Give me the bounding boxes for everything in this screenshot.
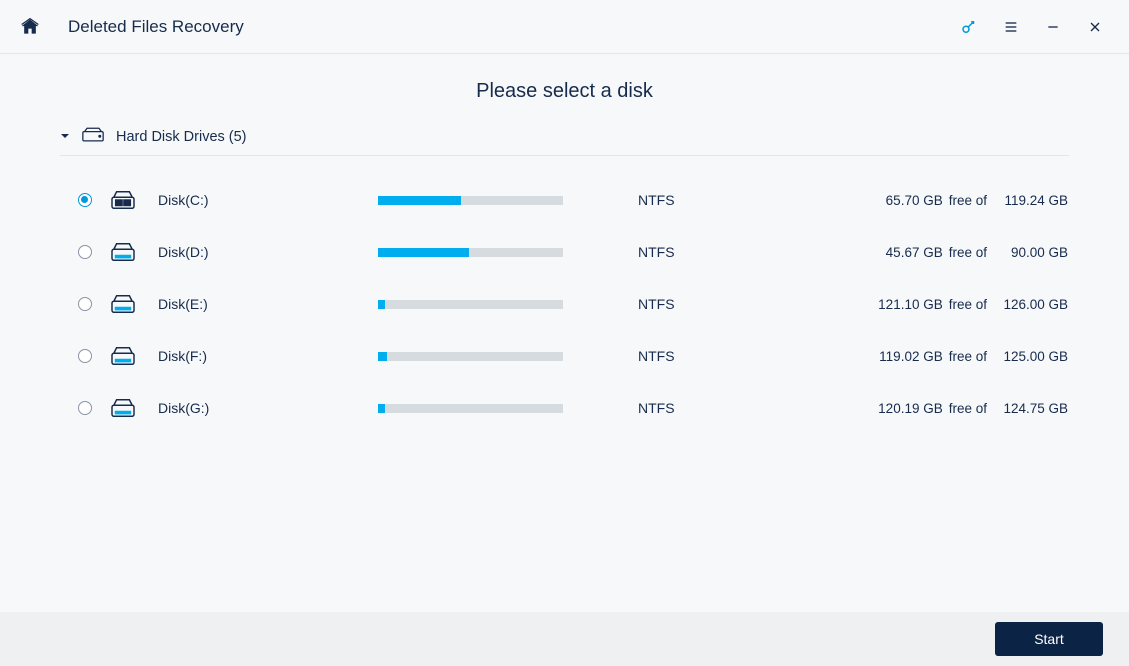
disk-icon <box>110 241 158 263</box>
disk-name: Disk(F:) <box>158 348 378 364</box>
disk-name: Disk(D:) <box>158 244 378 260</box>
disk-total: 125.00 GB <box>993 349 1068 364</box>
disk-free: 65.70 GB <box>865 193 943 208</box>
radio-icon[interactable] <box>78 297 92 311</box>
disk-filesystem: NTFS <box>598 296 768 312</box>
main-content: Please select a disk Hard Disk Drives (5… <box>0 54 1129 434</box>
page-heading: Please select a disk <box>60 54 1069 121</box>
disk-icon <box>110 345 158 367</box>
section-hdd-label: Hard Disk Drives (5) <box>116 129 247 145</box>
disk-size: 65.70 GBfree of119.24 GB <box>768 193 1068 208</box>
free-of-label: free of <box>943 349 993 364</box>
radio-icon[interactable] <box>78 245 92 259</box>
start-button[interactable]: Start <box>995 622 1103 656</box>
radio-icon[interactable] <box>78 349 92 363</box>
hdd-icon <box>82 127 104 147</box>
disk-free: 120.19 GB <box>865 401 943 416</box>
disk-total: 126.00 GB <box>993 297 1068 312</box>
disk-free: 45.67 GB <box>865 245 943 260</box>
menu-button[interactable] <box>997 13 1025 41</box>
home-icon[interactable] <box>20 17 40 37</box>
disk-total: 124.75 GB <box>993 401 1068 416</box>
disk-name: Disk(E:) <box>158 296 378 312</box>
usage-bar <box>378 404 598 413</box>
disk-icon <box>110 397 158 419</box>
disk-row[interactable]: Disk(C:)NTFS65.70 GBfree of119.24 GB <box>60 174 1069 226</box>
free-of-label: free of <box>943 297 993 312</box>
disk-total: 90.00 GB <box>993 245 1068 260</box>
disk-radio-cell[interactable] <box>60 401 110 415</box>
disk-size: 119.02 GBfree of125.00 GB <box>768 349 1068 364</box>
disk-radio-cell[interactable] <box>60 245 110 259</box>
disk-total: 119.24 GB <box>993 193 1068 208</box>
disk-row[interactable]: Disk(E:)NTFS121.10 GBfree of126.00 GB <box>60 278 1069 330</box>
radio-icon[interactable] <box>78 401 92 415</box>
disk-name: Disk(C:) <box>158 192 378 208</box>
disk-filesystem: NTFS <box>598 400 768 416</box>
usage-bar <box>378 300 598 309</box>
disk-radio-cell[interactable] <box>60 193 110 207</box>
disk-icon <box>110 189 158 211</box>
disk-size: 120.19 GBfree of124.75 GB <box>768 401 1068 416</box>
usage-bar <box>378 248 598 257</box>
usage-bar <box>378 196 598 205</box>
disk-radio-cell[interactable] <box>60 297 110 311</box>
caret-down-icon <box>60 129 70 145</box>
disk-filesystem: NTFS <box>598 348 768 364</box>
minimize-button[interactable] <box>1039 13 1067 41</box>
disk-name: Disk(G:) <box>158 400 378 416</box>
usage-bar <box>378 352 598 361</box>
disk-list: Disk(C:)NTFS65.70 GBfree of119.24 GBDisk… <box>60 156 1069 434</box>
page-title-text: Deleted Files Recovery <box>68 17 244 37</box>
disk-row[interactable]: Disk(F:)NTFS119.02 GBfree of125.00 GB <box>60 330 1069 382</box>
disk-row[interactable]: Disk(G:)NTFS120.19 GBfree of124.75 GB <box>60 382 1069 434</box>
disk-size: 45.67 GBfree of90.00 GB <box>768 245 1068 260</box>
free-of-label: free of <box>943 245 993 260</box>
disk-free: 119.02 GB <box>865 349 943 364</box>
disk-icon <box>110 293 158 315</box>
free-of-label: free of <box>943 401 993 416</box>
disk-radio-cell[interactable] <box>60 349 110 363</box>
free-of-label: free of <box>943 193 993 208</box>
close-button[interactable] <box>1081 13 1109 41</box>
radio-icon[interactable] <box>78 193 92 207</box>
disk-filesystem: NTFS <box>598 244 768 260</box>
titlebar: Deleted Files Recovery <box>0 0 1129 54</box>
footer-bar: Start <box>0 612 1129 666</box>
disk-filesystem: NTFS <box>598 192 768 208</box>
disk-size: 121.10 GBfree of126.00 GB <box>768 297 1068 312</box>
disk-row[interactable]: Disk(D:)NTFS45.67 GBfree of90.00 GB <box>60 226 1069 278</box>
disk-free: 121.10 GB <box>865 297 943 312</box>
section-hdd-header[interactable]: Hard Disk Drives (5) <box>60 121 1069 156</box>
key-button[interactable] <box>955 13 983 41</box>
